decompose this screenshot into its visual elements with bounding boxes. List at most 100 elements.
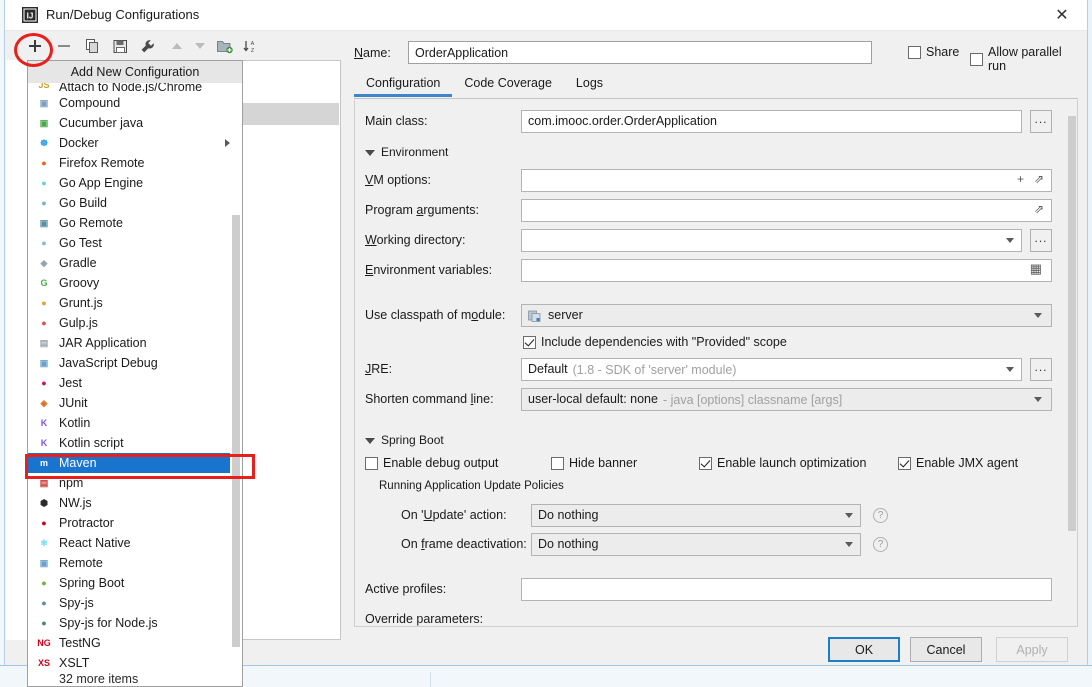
configuration-type-item[interactable]: G Groovy bbox=[28, 273, 242, 293]
arrow-up-icon[interactable] bbox=[166, 35, 188, 57]
active-profiles-input[interactable] bbox=[521, 578, 1052, 601]
configuration-type-item[interactable]: ⬢ NW.js bbox=[28, 493, 242, 513]
tab-configuration[interactable]: Configuration bbox=[354, 73, 453, 97]
active-profiles-row: Active profiles: bbox=[355, 578, 1066, 601]
tab-code-coverage[interactable]: Code Coverage bbox=[452, 73, 564, 96]
configuration-type-item[interactable]: m Maven bbox=[28, 453, 242, 473]
cancel-button[interactable]: Cancel bbox=[910, 637, 982, 662]
configuration-type-item[interactable]: ● Firefox Remote bbox=[28, 153, 242, 173]
configuration-type-item[interactable]: ● Spy-js bbox=[28, 593, 242, 613]
compound-icon: ▣ bbox=[39, 97, 49, 108]
configuration-type-label: 32 more items bbox=[59, 673, 139, 685]
configuration-type-list[interactable]: JS Attach to Node.js/Chrome ▣ Compound ▣ Cucu… bbox=[28, 83, 242, 685]
main-class-input[interactable]: com.imooc.order.OrderApplication bbox=[521, 110, 1022, 133]
configuration-type-item[interactable]: ● Go Build bbox=[28, 193, 242, 213]
enable-jmx-agent-checkbox[interactable]: Enable JMX agent bbox=[898, 456, 1018, 470]
jre-browse-button[interactable]: ... bbox=[1030, 358, 1052, 381]
close-icon[interactable]: ✕ bbox=[1047, 4, 1077, 28]
configuration-type-item[interactable]: ● Go Test bbox=[28, 233, 242, 253]
configuration-type-item[interactable]: ● Jest bbox=[28, 373, 242, 393]
program-arguments-input[interactable] bbox=[521, 199, 1052, 222]
on-frame-deactivation-dropdown[interactable]: Do nothing bbox=[531, 533, 861, 556]
popup-scrollbar[interactable] bbox=[230, 83, 242, 686]
configuration-type-label: Gradle bbox=[59, 255, 97, 270]
hide-banner-checkbox[interactable]: Hide banner bbox=[551, 456, 637, 470]
main-class-browse-button[interactable]: ... bbox=[1030, 110, 1052, 133]
configuration-type-item[interactable]: ▣ Cucumber java bbox=[28, 113, 242, 133]
configuration-type-item[interactable]: ● Grunt.js bbox=[28, 293, 242, 313]
remove-configuration-button[interactable] bbox=[53, 35, 75, 57]
form-scrollbar-thumb[interactable] bbox=[1068, 116, 1076, 531]
save-icon[interactable] bbox=[109, 35, 131, 57]
chevron-down-icon[interactable] bbox=[1034, 397, 1042, 402]
protractor-icon: ● bbox=[41, 517, 47, 528]
popup-scrollbar-thumb[interactable] bbox=[232, 215, 240, 647]
working-directory-browse-button[interactable]: ... bbox=[1030, 229, 1052, 252]
configuration-type-item[interactable]: ◈ JUnit bbox=[28, 393, 242, 413]
wrench-icon[interactable] bbox=[136, 35, 158, 57]
configuration-type-item[interactable]: 32 more items bbox=[28, 673, 242, 685]
configuration-type-item[interactable]: ⚛ React Native bbox=[28, 533, 242, 553]
configuration-type-item[interactable]: JS Attach to Node.js/Chrome bbox=[28, 83, 242, 93]
configuration-type-item[interactable]: XS XSLT bbox=[28, 653, 242, 673]
add-configuration-button[interactable] bbox=[24, 35, 46, 57]
configuration-type-item[interactable]: ▤ npm bbox=[28, 473, 242, 493]
folder-add-icon[interactable] bbox=[214, 35, 236, 57]
configurations-detail-placeholder bbox=[243, 60, 341, 640]
jre-dropdown[interactable]: Default (1.8 - SDK of 'server' module) bbox=[521, 358, 1022, 381]
chevron-down-icon[interactable] bbox=[845, 542, 853, 547]
on-update-action-help-icon[interactable]: ? bbox=[873, 508, 888, 523]
docker-icon: ☸ bbox=[39, 137, 49, 148]
configuration-type-label: Cucumber java bbox=[59, 115, 144, 130]
configuration-type-label: React Native bbox=[59, 535, 131, 550]
include-dependencies-checkbox[interactable]: Include dependencies with "Provided" sco… bbox=[523, 335, 787, 349]
copy-icon[interactable] bbox=[81, 35, 103, 57]
vm-options-input[interactable] bbox=[521, 169, 1052, 192]
environment-variables-input[interactable] bbox=[521, 259, 1052, 282]
spring-boot-group-header[interactable]: Spring Boot bbox=[365, 433, 1063, 449]
on-frame-deactivation-help-icon[interactable]: ? bbox=[873, 537, 888, 552]
configuration-type-item[interactable]: ▣ JavaScript Debug bbox=[28, 353, 242, 373]
configuration-type-item[interactable]: NG TestNG bbox=[28, 633, 242, 653]
configuration-type-item[interactable]: K Kotlin bbox=[28, 413, 242, 433]
configuration-type-label: Groovy bbox=[59, 275, 100, 290]
macros-add-icon[interactable]: + bbox=[1017, 172, 1024, 186]
environment-variables-browse-icon[interactable]: ▦ bbox=[1030, 261, 1042, 277]
share-checkbox[interactable]: Share bbox=[908, 45, 959, 59]
configurations-tree-highlighted-row bbox=[243, 103, 339, 125]
on-update-action-dropdown[interactable]: Do nothing bbox=[531, 504, 861, 527]
allow-parallel-run-checkbox[interactable]: Allow parallel run bbox=[970, 45, 1078, 73]
ok-button[interactable]: OK bbox=[828, 637, 900, 662]
enable-launch-optimization-checkbox[interactable]: Enable launch optimization bbox=[699, 456, 866, 470]
tab-logs[interactable]: Logs bbox=[564, 73, 615, 96]
name-input[interactable]: OrderApplication bbox=[408, 41, 872, 64]
environment-group-header[interactable]: Environment bbox=[365, 145, 1063, 161]
working-directory-input[interactable] bbox=[521, 229, 1022, 252]
use-classpath-dropdown[interactable]: server bbox=[521, 304, 1052, 327]
sort-az-icon[interactable]: A Z bbox=[239, 35, 261, 57]
chevron-down-icon[interactable] bbox=[845, 513, 853, 518]
configuration-type-item[interactable]: ● Spy-js for Node.js bbox=[28, 613, 242, 633]
expand-editor-icon[interactable]: ⇗ bbox=[1034, 202, 1044, 216]
enable-debug-output-checkbox[interactable]: Enable debug output bbox=[365, 456, 498, 470]
configuration-type-item[interactable]: ● Protractor bbox=[28, 513, 242, 533]
configuration-type-item[interactable]: ● Spring Boot bbox=[28, 573, 242, 593]
form-scrollbar[interactable] bbox=[1066, 100, 1077, 626]
configuration-type-item[interactable]: ☸ Docker bbox=[28, 133, 242, 153]
chevron-down-icon[interactable] bbox=[1006, 238, 1014, 243]
chevron-down-icon[interactable] bbox=[1006, 367, 1014, 372]
configuration-type-item[interactable]: ▣ Compound bbox=[28, 93, 242, 113]
expand-editor-icon[interactable]: ⇗ bbox=[1034, 172, 1044, 186]
on-update-action-row: On 'Update' action: Do nothing ? bbox=[355, 504, 1066, 527]
configuration-type-item[interactable]: ● Gulp.js bbox=[28, 313, 242, 333]
shorten-command-line-dropdown[interactable]: user-local default: none - java [options… bbox=[521, 388, 1052, 411]
configuration-type-item[interactable]: ◆ Gradle bbox=[28, 253, 242, 273]
configuration-type-item[interactable]: ▤ JAR Application bbox=[28, 333, 242, 353]
arrow-down-icon[interactable] bbox=[189, 35, 211, 57]
configuration-type-item[interactable]: ▣ Go Remote bbox=[28, 213, 242, 233]
spring-boot-options-row: Enable debug output Hide banner Enable l… bbox=[355, 454, 1066, 476]
configuration-type-item[interactable]: K Kotlin script bbox=[28, 433, 242, 453]
configuration-type-item[interactable]: ▣ Remote bbox=[28, 553, 242, 573]
chevron-down-icon[interactable] bbox=[1034, 313, 1042, 318]
configuration-type-item[interactable]: ● Go App Engine bbox=[28, 173, 242, 193]
